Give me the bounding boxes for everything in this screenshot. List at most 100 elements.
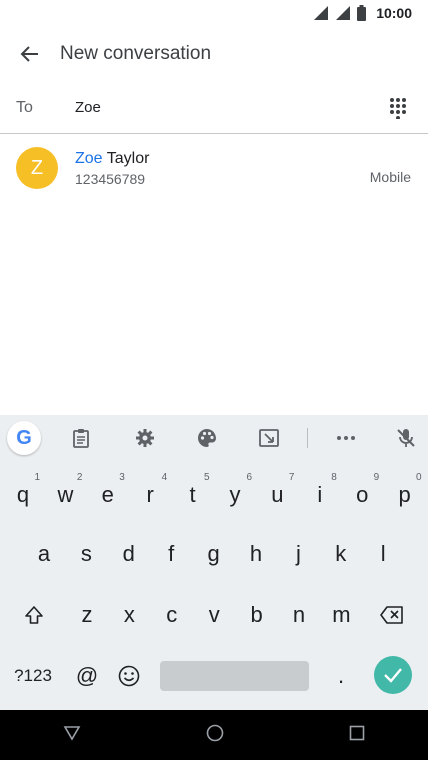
key-o[interactable]: o9 [341, 472, 383, 517]
key-label: t [189, 482, 196, 507]
key-hint: 4 [161, 472, 168, 483]
space-key[interactable] [160, 661, 309, 691]
key-label: w [57, 482, 74, 507]
key-y[interactable]: y6 [214, 472, 256, 517]
google-icon[interactable]: G [7, 421, 41, 455]
key-t[interactable]: t5 [172, 472, 214, 517]
contact-suggestion[interactable]: Z Zoe Taylor 123456789 Mobile [0, 140, 428, 196]
key-d[interactable]: d [108, 532, 150, 576]
key-label: y [229, 482, 241, 507]
key-v[interactable]: v [193, 593, 235, 637]
key-l[interactable]: l [362, 532, 404, 576]
key-hint: 6 [246, 472, 252, 483]
period-key[interactable]: . [320, 654, 362, 698]
backspace-icon [380, 606, 403, 624]
shift-key[interactable] [12, 593, 56, 637]
contact-name: Zoe Taylor [75, 150, 370, 168]
toolbar-divider [307, 428, 308, 448]
key-u[interactable]: u7 [256, 472, 298, 517]
key-w[interactable]: w2 [44, 472, 86, 517]
key-h[interactable]: h [235, 532, 277, 576]
key-hint: 1 [34, 472, 40, 483]
contact-number: 123456789 [75, 170, 146, 187]
more-icon[interactable] [329, 421, 363, 455]
emoji-icon [118, 665, 140, 687]
mic-off-icon[interactable] [389, 421, 423, 455]
keyboard-row-1: q1w2e3r4t5y6u7i8o9p0 [0, 472, 428, 517]
backspace-key[interactable] [370, 593, 414, 637]
keyboard-row-2: asdfghjkl [0, 532, 428, 576]
keyboard-row-4: ?123 @ . [0, 654, 428, 698]
key-f[interactable]: f [150, 532, 192, 576]
at-key[interactable]: @ [66, 654, 108, 698]
key-hint: 2 [76, 472, 83, 483]
square-recents-icon [350, 725, 365, 740]
key-hint: 8 [331, 472, 337, 483]
key-label: e [101, 482, 114, 507]
enter-key[interactable] [374, 656, 412, 694]
signal-icon [336, 6, 351, 20]
shift-icon [25, 606, 43, 624]
contact-type: Mobile [369, 169, 411, 185]
emoji-key[interactable] [108, 654, 150, 698]
translate-icon[interactable] [252, 421, 286, 455]
dialpad-button[interactable] [378, 88, 418, 128]
recipient-row: To [0, 82, 428, 134]
keyboard-row-3: zxcvbnm [0, 593, 428, 637]
circle-home-icon [206, 724, 224, 741]
triangle-back-icon [63, 725, 81, 741]
keyboard-toolbar: G [0, 415, 428, 461]
key-hint: 5 [204, 472, 210, 483]
key-hint: 9 [373, 472, 380, 483]
key-j[interactable]: j [277, 532, 319, 576]
key-label: p [398, 482, 411, 507]
key-q[interactable]: q1 [2, 472, 44, 517]
key-hint: 7 [288, 472, 295, 483]
key-label: r [146, 482, 154, 507]
back-arrow-icon [20, 46, 38, 62]
app-bar: New conversation [0, 26, 428, 82]
key-p[interactable]: p0 [384, 472, 426, 517]
key-g[interactable]: g [193, 532, 235, 576]
status-bar: 10:00 [0, 0, 428, 26]
key-label: o [356, 482, 369, 507]
palette-icon[interactable] [190, 421, 224, 455]
key-hint: 3 [119, 472, 125, 483]
key-z[interactable]: z [66, 593, 108, 637]
nav-recents-button[interactable] [349, 725, 365, 746]
battery-icon [357, 5, 367, 21]
recipient-input[interactable] [75, 99, 378, 116]
key-a[interactable]: a [23, 532, 65, 576]
signal-icon [314, 6, 329, 20]
avatar: Z [16, 147, 58, 189]
key-label: i [317, 482, 323, 507]
key-e[interactable]: e3 [87, 472, 129, 517]
key-label: q [16, 482, 30, 507]
contact-name-match: Zoe [75, 149, 103, 167]
key-c[interactable]: c [151, 593, 193, 637]
dialpad-icon [390, 97, 406, 119]
nav-back-button[interactable] [63, 724, 81, 747]
key-n[interactable]: n [278, 593, 320, 637]
symbols-key[interactable]: ?123 [5, 654, 61, 698]
back-button[interactable] [2, 26, 58, 82]
clipboard-icon[interactable] [64, 421, 98, 455]
navigation-bar [0, 710, 428, 760]
keyboard: G q1w2e3r4t5y6u7i8o9p0 asdfghjkl zxcv b … [0, 415, 428, 710]
to-label: To [16, 98, 33, 116]
key-label: u [271, 482, 284, 507]
key-hint: 0 [416, 472, 422, 483]
status-time: 10:00 [376, 5, 412, 21]
key-x[interactable]: x [108, 593, 150, 637]
key-m[interactable]: m [320, 593, 362, 637]
key-i[interactable]: i8 [299, 472, 341, 517]
key-b[interactable]: b [236, 593, 278, 637]
contact-name-rest: Taylor [102, 149, 150, 167]
check-icon [384, 668, 402, 683]
nav-home-button[interactable] [206, 724, 224, 747]
key-k[interactable]: k [320, 532, 362, 576]
key-r[interactable]: r4 [129, 472, 171, 517]
page-title: New conversation [60, 43, 212, 64]
key-s[interactable]: s [65, 532, 107, 576]
settings-icon[interactable] [128, 421, 162, 455]
